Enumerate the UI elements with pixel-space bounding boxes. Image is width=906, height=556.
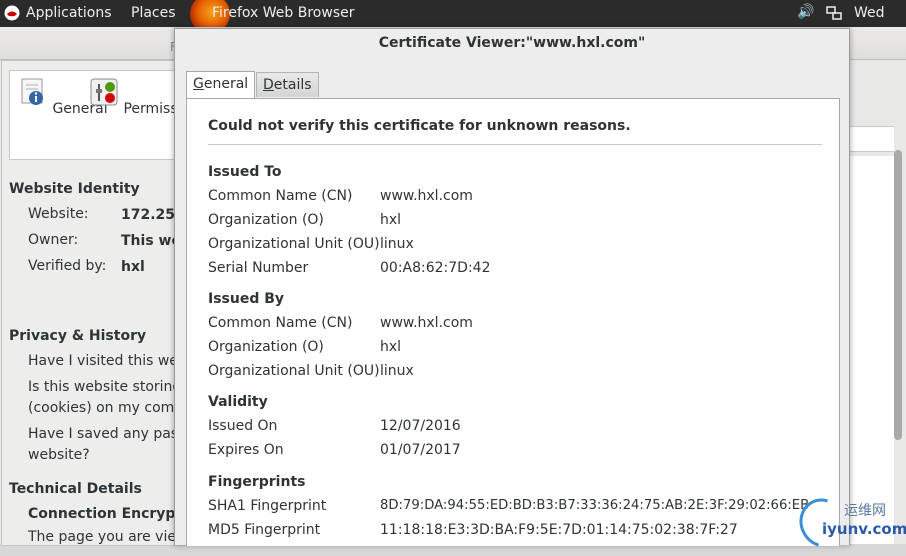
privacy-question-passwords-cont: website? [28, 447, 90, 463]
permissions-icon [90, 78, 118, 106]
connection-encrypted-label: Connection Encrypte [28, 506, 175, 522]
issued-by-heading: Issued By [208, 291, 285, 307]
technical-heading: Technical Details [9, 481, 142, 497]
permissions-tab-label: Permissions [123, 101, 175, 117]
page-info-permissions-tab[interactable]: Permissions [89, 77, 175, 117]
tab-details-label: etails [273, 77, 312, 93]
issued-by-ou-label: Organizational Unit (OU) [208, 363, 380, 379]
technical-page-text: The page you are view [28, 529, 175, 544]
issued-to-ou-label: Organizational Unit (OU) [208, 236, 380, 252]
issued-by-o-value: hxl [380, 339, 402, 355]
status-separator [208, 144, 822, 145]
info-page-icon [21, 78, 43, 105]
background-scrollbar[interactable] [894, 150, 902, 440]
issued-to-cn-value: www.hxl.com [380, 188, 473, 204]
privacy-question-cookies-cont: (cookies) on my compu [28, 400, 175, 416]
tab-general[interactable]: General [186, 71, 256, 98]
tab-details-mnemonic: D [263, 77, 274, 93]
verified-label: Verified by: [28, 258, 107, 274]
privacy-question-cookies: Is this website storing [28, 379, 175, 395]
active-app-menu[interactable]: Firefox Web Browser [212, 5, 355, 21]
issued-by-cn-value: www.hxl.com [380, 315, 473, 331]
website-value: 172.25 [121, 207, 175, 223]
sha1-fingerprint-label: SHA1 Fingerprint [208, 498, 327, 514]
network-icon[interactable] [826, 6, 842, 21]
general-tab-panel: Could not verify this certificate for un… [186, 98, 840, 546]
owner-value: This we [121, 233, 175, 249]
issued-to-o-value: hxl [380, 212, 402, 228]
watermark-cn: 运维网 [844, 503, 886, 519]
issued-to-o-label: Organization (O) [208, 212, 324, 228]
issued-on-value: 12/07/2016 [380, 418, 461, 434]
background-content-area [848, 156, 894, 544]
md5-fingerprint-value: 11:18:18:E3:3D:BA:F9:5E:7D:01:14:75:02:3… [380, 522, 738, 538]
page-info-content: F General Permissions Website Id [0, 0, 175, 544]
issued-by-o-label: Organization (O) [208, 339, 324, 355]
fingerprints-heading: Fingerprints [208, 474, 306, 490]
privacy-question-visited: Have I visited this web [28, 353, 175, 369]
md5-fingerprint-label: MD5 Fingerprint [208, 522, 321, 538]
privacy-heading: Privacy & History [9, 328, 147, 344]
sha1-fingerprint-value: 8D:79:DA:94:55:ED:BD:B3:B7:33:36:24:75:A… [380, 498, 810, 513]
serial-number-value: 00:A8:62:7D:42 [380, 260, 491, 276]
issued-to-cn-label: Common Name (CN) [208, 188, 353, 204]
volume-icon[interactable]: 🔊 [797, 4, 814, 20]
privacy-question-passwords: Have I saved any passv [28, 426, 175, 442]
tab-general-mnemonic: G [193, 76, 204, 92]
serial-number-label: Serial Number [208, 260, 309, 276]
issued-to-heading: Issued To [208, 164, 282, 180]
owner-label: Owner: [28, 232, 79, 248]
issued-by-ou-value: linux [380, 363, 414, 379]
tab-details[interactable]: Details [256, 72, 319, 97]
dialog-title: Certificate Viewer:"www.hxl.com" [378, 35, 646, 51]
verification-status: Could not verify this certificate for un… [208, 118, 631, 134]
watermark: 运维网 iyunv.com [790, 489, 906, 556]
background-text-field [848, 126, 894, 152]
website-label: Website: [28, 206, 89, 222]
clock[interactable]: Wed [854, 5, 885, 21]
expires-on-label: Expires On [208, 442, 284, 458]
expires-on-value: 01/07/2017 [380, 442, 461, 458]
validity-heading: Validity [208, 394, 268, 410]
page-info-toolbar: General Permissions [9, 70, 175, 160]
verified-value: hxl [121, 259, 145, 275]
issued-on-label: Issued On [208, 418, 278, 434]
issued-to-ou-value: linux [380, 236, 414, 252]
issued-by-cn-label: Common Name (CN) [208, 315, 353, 331]
tab-general-label: eneral [203, 76, 249, 92]
website-identity-heading: Website Identity [9, 181, 140, 197]
certificate-viewer-dialog: Certificate Viewer:"www.hxl.com" General… [174, 28, 850, 546]
watermark-en: iyunv.com [822, 520, 906, 538]
